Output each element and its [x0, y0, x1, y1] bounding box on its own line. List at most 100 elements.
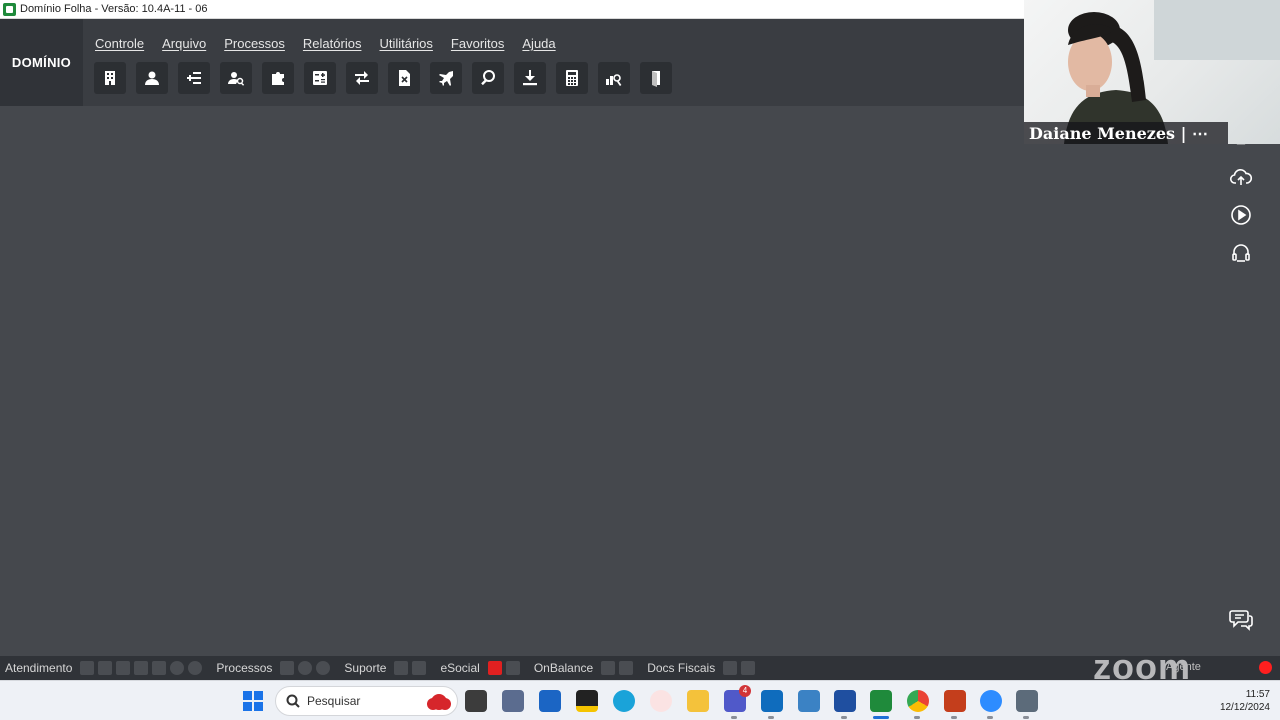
chat-status-icon[interactable]: [98, 661, 113, 675]
taskbar-app-explorer[interactable]: [687, 690, 709, 712]
menu-favoritos[interactable]: Favoritos: [451, 36, 504, 51]
calculator-button[interactable]: [556, 62, 588, 94]
user-status-icon[interactable]: [134, 661, 149, 675]
brand-logo-text: DOMÍNIO: [11, 55, 72, 70]
play-status-icon[interactable]: [80, 661, 95, 675]
support-doc-icon[interactable]: [412, 661, 427, 675]
download-status-icon[interactable]: [619, 661, 634, 675]
document-status-icon[interactable]: [116, 661, 131, 675]
integration-button[interactable]: [262, 62, 294, 94]
menu-relatorios[interactable]: Relatórios: [303, 36, 362, 51]
calculation-button[interactable]: [304, 62, 336, 94]
play-icon: [1231, 205, 1251, 225]
menu-ajuda[interactable]: Ajuda: [522, 36, 555, 51]
docs-icon[interactable]: [723, 661, 738, 675]
taskbar-app-upload[interactable]: [834, 690, 856, 712]
active-indicator: [873, 716, 889, 719]
close-document-icon: [399, 70, 410, 86]
docs-image-icon[interactable]: [741, 661, 756, 675]
agent-label: Agente: [1166, 661, 1201, 673]
user-search-icon: [228, 72, 245, 86]
chat-button[interactable]: [1228, 606, 1254, 632]
cloud-upload-button[interactable]: [1228, 164, 1254, 190]
taskbar-app-terminal[interactable]: [465, 690, 487, 712]
esocial-alert-icon[interactable]: [487, 661, 502, 675]
window-title: Domínio Folha - Versão: 10.4A-11 - 06: [20, 3, 208, 15]
process-dot-icon-2[interactable]: [316, 661, 331, 675]
record-indicator-icon: [1259, 661, 1272, 674]
running-indicator: [768, 716, 774, 719]
calculator-icon: [566, 70, 578, 86]
windows-logo-icon: [243, 691, 252, 700]
participant-name: Daiane Menezes | ⋯: [1029, 123, 1209, 143]
taskbar-app-chrome[interactable]: [907, 690, 929, 712]
status-atendimento[interactable]: Atendimento: [5, 661, 72, 675]
window-status-icon[interactable]: [152, 661, 167, 675]
download-icon: [523, 70, 537, 86]
taskbar-app-calculator[interactable]: [1016, 690, 1038, 712]
employee-icon: [145, 71, 159, 85]
process-dot-icon[interactable]: [298, 661, 313, 675]
transfer-button[interactable]: [346, 62, 378, 94]
menu-utilitarios[interactable]: Utilitários: [379, 36, 432, 51]
right-side-rail: [1228, 140, 1254, 278]
running-indicator: [914, 716, 920, 719]
taskbar-app-zoom[interactable]: [980, 690, 1002, 712]
module-statusbar: Atendimento Processos Suporte eSocial On…: [0, 656, 1280, 680]
taskbar-app-anydesk[interactable]: [650, 690, 672, 712]
start-button[interactable]: [243, 691, 263, 711]
clock-time: 11:57: [1245, 689, 1270, 700]
taskbar-app-window[interactable]: [539, 690, 561, 712]
menu-controle[interactable]: Controle: [95, 36, 144, 51]
employees-button[interactable]: [136, 62, 168, 94]
exit-door-icon: [652, 71, 660, 87]
vacation-button[interactable]: [430, 62, 462, 94]
support-plus-icon[interactable]: [394, 661, 409, 675]
running-indicator: [1023, 716, 1029, 719]
menu-arquivo[interactable]: Arquivo: [162, 36, 206, 51]
taskbar-app-notepad[interactable]: [798, 690, 820, 712]
taskbar-app-remote[interactable]: [613, 690, 635, 712]
import-button[interactable]: [514, 62, 546, 94]
status-onbalance[interactable]: OnBalance: [534, 661, 593, 675]
reports-analysis-button[interactable]: [598, 62, 630, 94]
system-clock[interactable]: 11:57 12/12/2024: [1200, 688, 1270, 714]
mail-status-icon[interactable]: [601, 661, 616, 675]
taskbar-app-powerpoint[interactable]: [944, 690, 966, 712]
zoom-video-thumbnail[interactable]: Daiane Menezes | ⋯: [1024, 0, 1280, 144]
status-processos[interactable]: Processos: [216, 661, 272, 675]
status-suporte[interactable]: Suporte: [344, 661, 386, 675]
teams-badge: 4: [739, 685, 751, 697]
menu-processos[interactable]: Processos: [224, 36, 285, 51]
toolbar: [94, 62, 672, 94]
taskbar-app-notes[interactable]: [502, 690, 524, 712]
esocial-doc-icon[interactable]: [505, 661, 520, 675]
status-docs-fiscais[interactable]: Docs Fiscais: [647, 661, 715, 675]
circle-status-icon[interactable]: [170, 661, 185, 675]
taskbar-app-dominio[interactable]: [870, 690, 892, 712]
status-esocial[interactable]: eSocial: [440, 661, 479, 675]
search-button[interactable]: [472, 62, 504, 94]
participant-name-bar: Daiane Menezes | ⋯: [1024, 122, 1228, 144]
taskbar-app-outlook[interactable]: [761, 690, 783, 712]
running-indicator: [841, 716, 847, 719]
support-agent-button[interactable]: [1228, 240, 1254, 266]
check-status-icon[interactable]: [280, 661, 295, 675]
running-indicator: [951, 716, 957, 719]
building-icon: [105, 71, 115, 85]
running-indicator: [987, 716, 993, 719]
circle-status-icon-2[interactable]: [188, 661, 203, 675]
menu-bar: Controle Arquivo Processos Relatórios Ut…: [95, 36, 556, 51]
contributors-button[interactable]: [220, 62, 252, 94]
events-button[interactable]: [178, 62, 210, 94]
running-indicator: [731, 716, 737, 719]
taskbar-search[interactable]: Pesquisar: [275, 686, 458, 716]
companies-button[interactable]: [94, 62, 126, 94]
termination-button[interactable]: [388, 62, 420, 94]
taskbar-app-sticky[interactable]: [576, 690, 598, 712]
taskbar-app-teams[interactable]: 4: [724, 685, 751, 712]
play-button[interactable]: [1228, 202, 1254, 228]
exit-button[interactable]: [640, 62, 672, 94]
chart-search-icon: [606, 74, 622, 87]
clock-date: 12/12/2024: [1219, 702, 1270, 713]
